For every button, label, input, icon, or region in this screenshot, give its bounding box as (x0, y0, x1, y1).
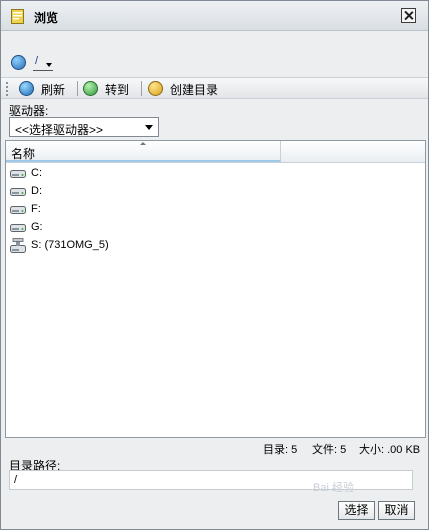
file-count: 文件: 5 (312, 444, 347, 456)
path-dropdown[interactable]: / (33, 55, 53, 71)
status-bar: 目录: 5 文件: 5 大小: .00 KB (1, 441, 428, 457)
column-name-header[interactable]: 名称 (6, 141, 281, 162)
current-path: / (35, 55, 39, 67)
list-item[interactable]: S: (731OMG_5) (8, 237, 408, 255)
chevron-down-icon (46, 63, 52, 67)
select-button[interactable]: 选择 (338, 501, 375, 520)
goto-label: 转到 (105, 83, 130, 97)
total-size: 大小: .00 KB (359, 444, 421, 456)
item-label: G: (31, 221, 43, 233)
item-label: F: (31, 203, 41, 215)
item-label: D: (31, 185, 42, 197)
create-dir-button[interactable]: 创建目录 (148, 78, 228, 98)
create-folder-icon (148, 81, 163, 96)
window-title: 浏览 (34, 11, 59, 25)
item-label: C: (31, 167, 42, 179)
create-dir-label: 创建目录 (170, 83, 219, 97)
item-label: S: (731OMG_5) (31, 239, 109, 251)
list-item[interactable]: D: (8, 183, 408, 201)
drive-select[interactable]: <<选择驱动器>> (9, 117, 159, 137)
refresh-icon (19, 81, 34, 96)
toolbar-separator (77, 81, 78, 96)
list-item[interactable]: C: (8, 165, 408, 183)
list-item[interactable]: F: (8, 201, 408, 219)
column-name-label: 名称 (11, 147, 36, 161)
close-button[interactable] (401, 8, 416, 23)
hard-drive-icon (10, 188, 26, 196)
refresh-label: 刷新 (41, 83, 66, 97)
document-icon (11, 9, 24, 24)
path-bar: / (1, 53, 428, 73)
toolbar: 刷新 转到 创建目录 (1, 77, 428, 99)
toolbar-separator (141, 81, 142, 96)
cancel-button[interactable]: 取消 (378, 501, 415, 520)
hard-drive-icon (10, 170, 26, 178)
goto-icon (83, 81, 98, 96)
sort-ascending-icon (140, 142, 146, 145)
list-header: 名称 (6, 141, 425, 163)
file-list[interactable]: 名称 C: D: F: G: S: (731OMG_5) (5, 140, 426, 438)
dir-count: 目录: 5 (263, 444, 298, 456)
network-drive-icon (10, 238, 26, 253)
browse-dialog: 浏览 / 刷新 转到 创建目录 驱动器: <<选择驱动器>> 名称 C: D: … (0, 0, 429, 530)
toolbar-grip (6, 82, 8, 96)
navigate-icon[interactable] (11, 55, 26, 70)
hard-drive-icon (10, 206, 26, 214)
goto-button[interactable]: 转到 (83, 78, 135, 98)
drive-select-value: <<选择驱动器>> (15, 123, 104, 137)
chevron-down-icon (145, 125, 153, 130)
list-item[interactable]: G: (8, 219, 408, 237)
refresh-button[interactable]: 刷新 (19, 78, 75, 98)
hard-drive-icon (10, 224, 26, 232)
title-bar[interactable]: 浏览 (1, 1, 428, 31)
watermark: Bai 经验 (313, 482, 354, 494)
